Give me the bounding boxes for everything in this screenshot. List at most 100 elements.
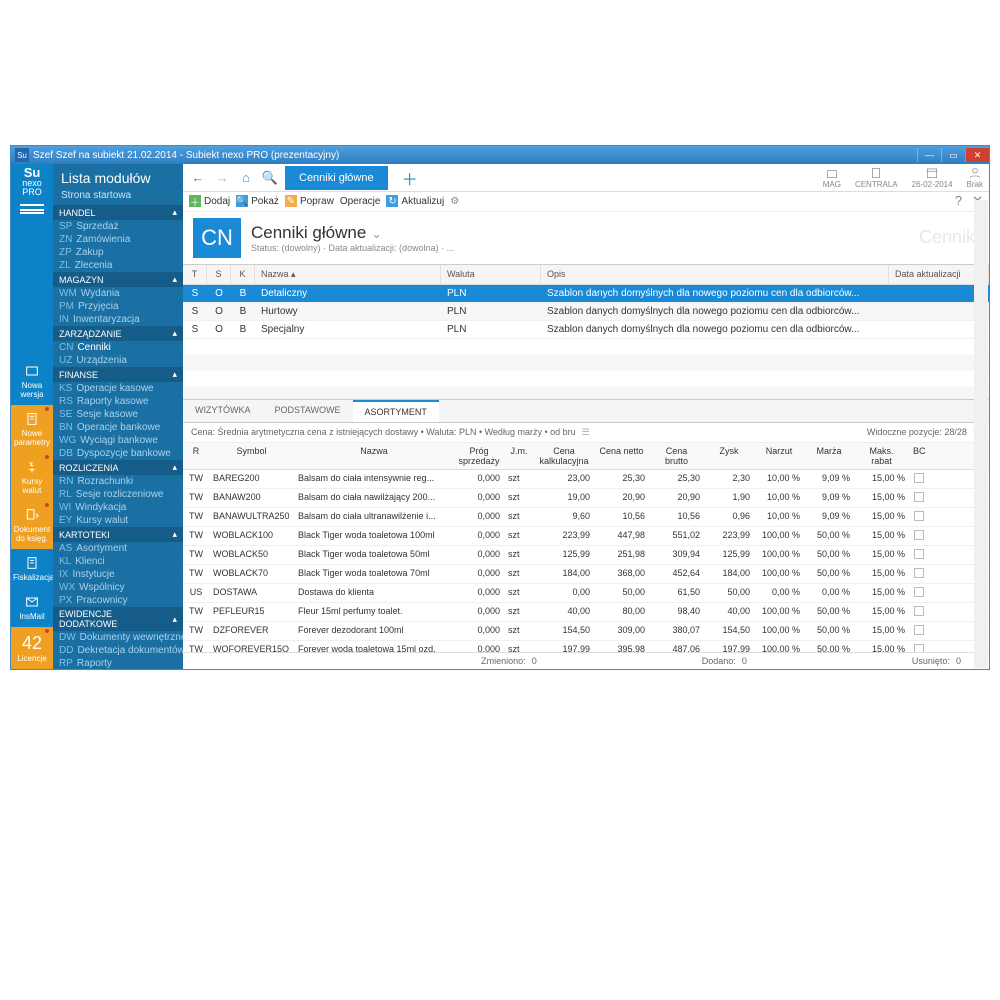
maximize-button[interactable]: ▭ (941, 148, 965, 162)
forward-button[interactable]: → (213, 169, 231, 187)
module-group-header[interactable]: MAGAZYN▴ (53, 272, 183, 287)
detail-grid: RSymbolNazwaPróg sprzedażyJ.m.Cena kalku… (183, 443, 989, 652)
logo: SunexoPRO (17, 168, 47, 198)
grid-header[interactable]: TSKNazwa ▴WalutaOpisData aktualizacji (183, 265, 989, 285)
detail-tab[interactable]: ASORTYMENT (353, 400, 439, 422)
module-group-header[interactable]: EWIDENCJE DODATKOWE▴ (53, 607, 183, 631)
page-title[interactable]: Cenniki główne ⌄ (251, 223, 454, 243)
rail-insmail[interactable]: InsMail (11, 588, 53, 627)
title-bar: Su Szef Szef na subiekt 21.02.2014 - Sub… (11, 146, 989, 164)
close-button[interactable]: ✕ (965, 148, 989, 162)
nav-row: ← → ⌂ 🔍 Cenniki główne ＋ MAG CENTRALA 26… (183, 164, 989, 192)
rail-nowe-parametry[interactable]: Nowe parametry (11, 405, 53, 453)
menu-icon[interactable] (20, 204, 44, 214)
module-item[interactable]: PXPracownicy (53, 594, 183, 607)
content-area: ← → ⌂ 🔍 Cenniki główne ＋ MAG CENTRALA 26… (183, 164, 989, 669)
module-code: CN (193, 218, 241, 258)
module-item[interactable]: ZNZamówienia (53, 233, 183, 246)
module-item[interactable]: WMWydania (53, 287, 183, 300)
module-item[interactable]: KSOperacje kasowe (53, 382, 183, 395)
page-header: CN Cenniki główne ⌄ Status: (dowolny) · … (183, 212, 989, 264)
module-item[interactable]: RLSesje rozliczeniowe (53, 488, 183, 501)
rail-nowa-wersja[interactable]: Nowa wersja (11, 357, 53, 405)
detail-row[interactable]: TWWOFOREVER15OForever woda toaletowa 15m… (183, 641, 989, 652)
popraw-button[interactable]: ✎Popraw (285, 195, 334, 207)
module-list: Lista modułów Strona startowa HANDEL▴SPS… (53, 164, 183, 669)
rail-fiskalizacja[interactable]: Fiskalizacja (11, 549, 53, 588)
brak-indicator[interactable]: Brak (967, 166, 983, 189)
status-bar: Zmieniono:0 Dodano:0 Usunięto:0 (183, 652, 989, 669)
module-group-header[interactable]: ZARZĄDZANIE▴ (53, 326, 183, 341)
detail-row[interactable]: TWBANAW200Balsam do ciała nawilżający 20… (183, 489, 989, 508)
home-button[interactable]: ⌂ (237, 169, 255, 187)
grid-row[interactable]: SOBSpecjalnyPLNSzablon danych domyślnych… (183, 321, 989, 339)
module-group-header[interactable]: FINANSE▴ (53, 367, 183, 382)
module-item[interactable]: ASAsortyment (53, 542, 183, 555)
module-item[interactable]: RNRozrachunki (53, 475, 183, 488)
module-item[interactable]: KLKlienci (53, 555, 183, 568)
pokaz-button[interactable]: 🔍Pokaż (236, 195, 279, 207)
module-item[interactable]: PMPrzyjęcia (53, 300, 183, 313)
rail-kursy-walut[interactable]: Kursy walut (11, 453, 53, 501)
scrollbar[interactable] (974, 200, 988, 668)
modules-title: Lista modułów (53, 164, 183, 188)
back-button[interactable]: ← (189, 169, 207, 187)
module-group-header[interactable]: KARTOTEKI▴ (53, 527, 183, 542)
detail-tab[interactable]: PODSTAWOWE (263, 400, 353, 422)
module-item[interactable]: IXInstytucje (53, 568, 183, 581)
module-item[interactable]: WGWyciągi bankowe (53, 434, 183, 447)
app-window: Su Szef Szef na subiekt 21.02.2014 - Sub… (10, 145, 990, 670)
detail-row[interactable]: USDOSTAWADostawa do klienta0,000szt0,005… (183, 584, 989, 603)
rail-dokument[interactable]: Dokument do księg. (11, 501, 53, 549)
module-item[interactable]: EYKursy walut (53, 514, 183, 527)
date-indicator[interactable]: 26-02-2014 (912, 166, 953, 189)
grid-row[interactable]: SOBDetalicznyPLNSzablon danych domyślnyc… (183, 285, 989, 303)
rail-licencje[interactable]: 42Licencje (11, 627, 53, 669)
centrala-indicator[interactable]: CENTRALA (855, 166, 898, 189)
module-item[interactable]: RSRaporty kasowe (53, 395, 183, 408)
app-icon: Su (15, 148, 29, 162)
module-item[interactable]: INInwentaryzacja (53, 313, 183, 326)
grid-empty (183, 339, 989, 399)
dodaj-button[interactable]: ＋Dodaj (189, 195, 230, 207)
detail-row[interactable]: TWWOBLACK50Black Tiger woda toaletowa 50… (183, 546, 989, 565)
module-item[interactable]: RPRaporty (53, 657, 183, 669)
module-item[interactable]: CNCenniki (53, 341, 183, 354)
help-icon[interactable]: ? (955, 193, 962, 209)
detail-row[interactable]: TWBANAWULTRA250Balsam do ciała ultranawi… (183, 508, 989, 527)
module-item[interactable]: SPSprzedaż (53, 220, 183, 233)
detail-row[interactable]: TWWOBLACK100Black Tiger woda toaletowa 1… (183, 527, 989, 546)
detail-row[interactable]: TWDZFOREVERForever dezodorant 100ml0,000… (183, 622, 989, 641)
module-item[interactable]: SESesje kasowe (53, 408, 183, 421)
detail-row[interactable]: TWBAREG200Balsam do ciała intensywnie re… (183, 470, 989, 489)
toolbar: ＋Dodaj 🔍Pokaż ✎Popraw Operacje ↻Aktualiz… (183, 192, 989, 212)
module-group-header[interactable]: ROZLICZENIA▴ (53, 460, 183, 475)
module-item[interactable]: BNOperacje bankowe (53, 421, 183, 434)
minimize-button[interactable]: — (917, 148, 941, 162)
gear-button[interactable]: ⚙ (450, 196, 459, 207)
module-group-header[interactable]: HANDEL▴ (53, 205, 183, 220)
operacje-button[interactable]: Operacje (340, 196, 381, 207)
detail-header[interactable]: RSymbolNazwaPróg sprzedażyJ.m.Cena kalku… (183, 443, 989, 470)
active-tab[interactable]: Cenniki główne (285, 166, 388, 190)
module-item[interactable]: WXWspólnicy (53, 581, 183, 594)
module-item[interactable]: UZUrządzenia (53, 354, 183, 367)
detail-tab[interactable]: WIZYTÓWKA (183, 400, 263, 422)
aktualizuj-button[interactable]: ↻Aktualizuj (386, 195, 444, 207)
search-button[interactable]: 🔍 (261, 169, 279, 187)
add-tab-button[interactable]: ＋ (394, 166, 426, 190)
detail-tabs: WIZYTÓWKAPODSTAWOWEASORTYMENT (183, 399, 989, 423)
detail-row[interactable]: TWWOBLACK70Black Tiger woda toaletowa 70… (183, 565, 989, 584)
filter-menu-icon[interactable]: ☰ (582, 427, 590, 438)
mag-indicator[interactable]: MAG (823, 166, 841, 189)
module-item[interactable]: DWDokumenty wewnętrzne (53, 631, 183, 644)
detail-row[interactable]: TWPEFLEUR15Fleur 15ml perfumy toalet.0,0… (183, 603, 989, 622)
grid-row[interactable]: SOBHurtowyPLNSzablon danych domyślnych d… (183, 303, 989, 321)
module-item[interactable]: ZLZlecenia (53, 259, 183, 272)
module-item[interactable]: ZPZakup (53, 246, 183, 259)
start-page[interactable]: Strona startowa (53, 188, 183, 205)
module-item[interactable]: WIWindykacja (53, 501, 183, 514)
left-rail: SunexoPRO Nowa wersja Nowe parametry Kur… (11, 164, 53, 669)
module-item[interactable]: DBDyspozycje bankowe (53, 447, 183, 460)
module-item[interactable]: DDDekretacja dokumentów (53, 644, 183, 657)
